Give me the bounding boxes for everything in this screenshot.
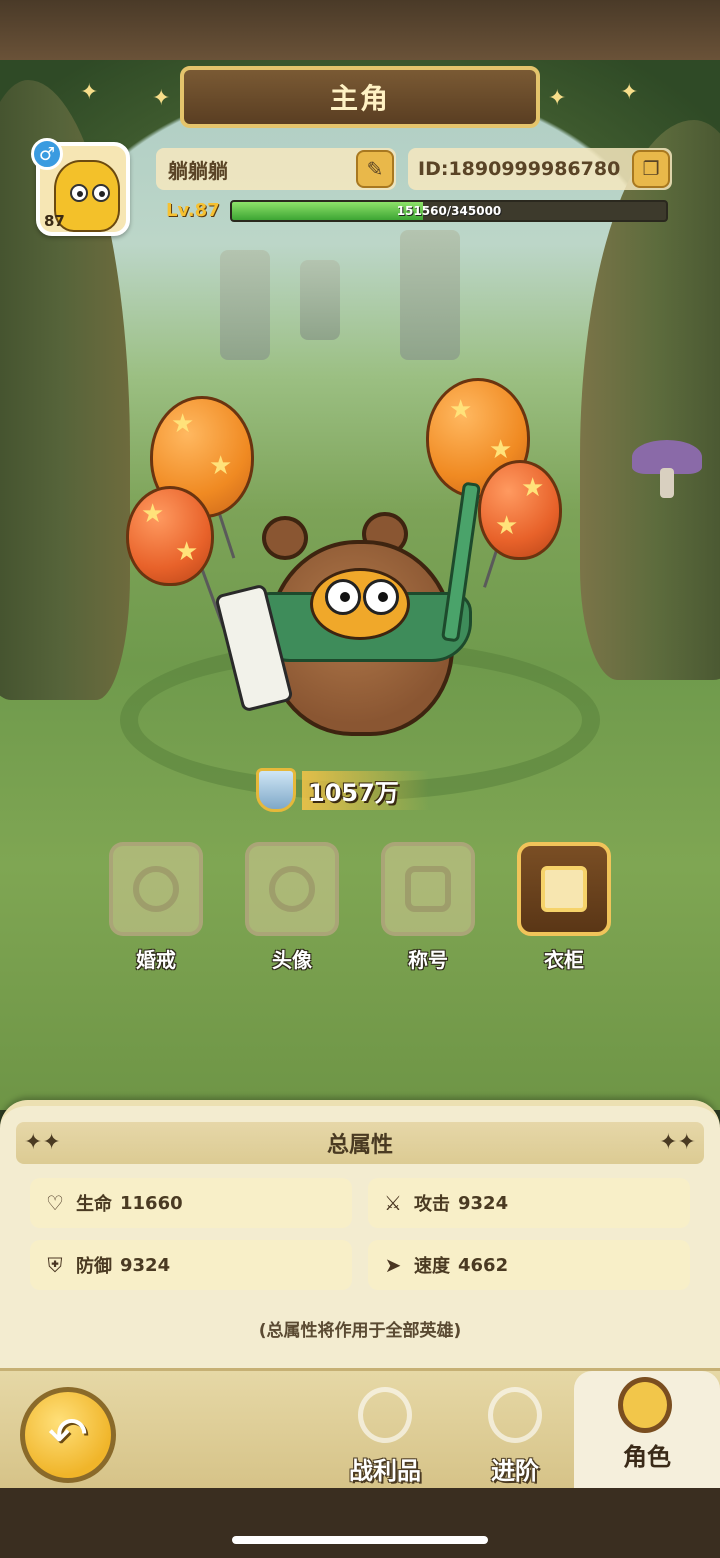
attributes-note: (总属性将作用于全部英雄) (258, 1321, 462, 1341)
avatar-frame-icon (269, 866, 315, 912)
tab-character[interactable]: 角色 (574, 1371, 720, 1489)
slot-avatar[interactable] (245, 842, 339, 936)
slot-ring[interactable] (109, 842, 203, 936)
top-frame (0, 0, 720, 60)
slot-ring-label: 婚戒 (136, 948, 176, 972)
stone-pillar (300, 260, 340, 340)
avatar-level: 87 (44, 212, 65, 230)
attributes-title: 总属性 (326, 1133, 393, 1158)
tab-loot[interactable]: 战利品 (330, 1381, 440, 1485)
balloon-red: ★ ★ (126, 486, 214, 586)
gender-male-icon: ♂ (31, 138, 63, 170)
stat-value: 4662 (458, 1254, 509, 1276)
copy-id-button[interactable]: ❐ (632, 150, 670, 188)
page-title: 主角 (329, 82, 390, 115)
advance-icon (488, 1387, 542, 1443)
exp-bar: 151560/345000 (230, 200, 668, 222)
stone-pillar (220, 250, 270, 360)
shield-icon: ⛨ (47, 1253, 63, 1277)
boot-icon: ➤ (384, 1253, 402, 1277)
stat-name: 速度 (414, 1256, 450, 1277)
loot-icon (358, 1387, 412, 1443)
stat-hp: ♡ 生命 11660 (30, 1178, 352, 1228)
slot-avatar-label: 头像 (272, 948, 312, 972)
sparkle-icon: ✦✦ (24, 1130, 61, 1155)
stat-value: 9324 (458, 1192, 509, 1214)
slot-title-label: 称号 (408, 948, 448, 972)
sparkle-icon: ✦ (548, 86, 567, 111)
heart-icon: ♡ (46, 1191, 64, 1215)
stat-value: 9324 (120, 1254, 171, 1276)
stat-value: 11660 (120, 1192, 183, 1214)
player-name-field: 躺躺躺 ✎ (156, 148, 396, 190)
tab-advance[interactable]: 进阶 (460, 1381, 570, 1485)
slot-wardrobe[interactable] (517, 842, 611, 936)
back-button[interactable]: ↶ (20, 1387, 116, 1483)
back-arrow-icon: ↶ (47, 1407, 89, 1463)
stat-name: 防御 (76, 1256, 112, 1277)
stone-pillar (400, 230, 460, 360)
stat-defense: ⛨ 防御 9324 (30, 1240, 352, 1290)
attributes-header: ✦✦ 总属性 ✦✦ (16, 1122, 704, 1164)
exp-text: 151560/345000 (396, 204, 502, 218)
wardrobe-icon (541, 866, 587, 912)
bottom-nav: ↶ 战利品 进阶 角色 (0, 1368, 720, 1489)
stat-speed: ➤ 速度 4662 (368, 1240, 690, 1290)
sword-shield-icon (256, 768, 296, 812)
sparkle-icon: ✦ (152, 86, 171, 111)
player-level: Lv.87 (166, 200, 220, 221)
stat-attack: ⚔ 攻击 9324 (368, 1178, 690, 1228)
edit-name-button[interactable]: ✎ (356, 150, 394, 188)
character-icon (618, 1377, 672, 1433)
title-banner: 主角 (180, 66, 540, 128)
balloon-red: ★ ★ (478, 460, 562, 560)
home-bar (0, 1488, 720, 1558)
tab-character-label: 角色 (623, 1443, 671, 1471)
attack-icon: ⚔ (384, 1191, 402, 1215)
copy-icon: ❐ (642, 158, 660, 180)
player-id-field: ID:1890999986780 ❐ (408, 148, 672, 190)
tab-advance-label: 进阶 (491, 1457, 539, 1485)
home-indicator[interactable] (232, 1536, 488, 1544)
slot-title[interactable] (381, 842, 475, 936)
ring-icon (133, 866, 179, 912)
attributes-panel: ✦✦ 总属性 ✦✦ ♡ 生命 11660 ⚔ 攻击 9324 ⛨ 防御 9324… (0, 1100, 720, 1370)
stat-name: 攻击 (414, 1194, 450, 1215)
combat-power: 1057万 (256, 768, 456, 812)
slot-wardrobe-label: 衣柜 (544, 948, 584, 972)
hero-face (310, 568, 410, 640)
title-banner-icon (405, 866, 451, 912)
combat-power-value: 1057万 (302, 770, 429, 810)
mushroom-decoration (632, 440, 702, 500)
player-id: ID:1890999986780 (418, 158, 621, 180)
tab-loot-label: 战利品 (349, 1457, 421, 1485)
player-name: 躺躺躺 (168, 158, 228, 183)
stat-name: 生命 (76, 1194, 112, 1215)
sparkle-icon: ✦✦ (659, 1130, 696, 1155)
pencil-icon: ✎ (366, 157, 384, 181)
sparkle-icon: ✦ (620, 80, 639, 105)
bear-ear (262, 516, 308, 560)
sparkle-icon: ✦ (80, 80, 99, 105)
